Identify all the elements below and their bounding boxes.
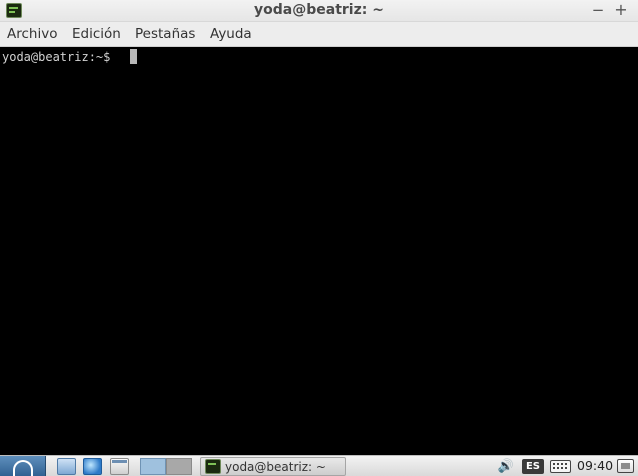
volume-icon[interactable]: 🔊: [495, 458, 517, 475]
terminal-area[interactable]: yoda@beatriz:~$: [0, 47, 638, 455]
menu-edicion[interactable]: Edición: [72, 26, 121, 42]
minimize-button[interactable]: −: [590, 1, 606, 19]
menu-archivo[interactable]: Archivo: [7, 26, 57, 42]
terminal-icon: [205, 459, 221, 474]
keyboard-layout-indicator[interactable]: ES: [522, 459, 544, 474]
close-button[interactable]: +: [613, 1, 629, 19]
taskbar: yoda@beatriz: ~ 🔊 ES 09:40: [0, 455, 638, 476]
start-menu-button[interactable]: [0, 456, 46, 476]
browser-icon[interactable]: [83, 458, 102, 475]
menu-bar: Archivo Edición Pestañas Ayuda: [0, 22, 638, 47]
menu-pestanas[interactable]: Pestañas: [135, 26, 195, 42]
clock[interactable]: 09:40: [577, 458, 613, 473]
terminal-prompt: yoda@beatriz:~$: [2, 50, 118, 64]
window-title: yoda@beatriz: ~: [254, 2, 384, 18]
title-bar[interactable]: yoda@beatriz: ~ − +: [0, 0, 638, 22]
task-label: yoda@beatriz: ~: [225, 460, 326, 474]
screen-icon[interactable]: [617, 459, 634, 473]
window-icon[interactable]: [110, 458, 129, 475]
menu-ayuda[interactable]: Ayuda: [210, 26, 252, 42]
keyboard-icon[interactable]: [550, 460, 571, 473]
taskbar-task-terminal[interactable]: yoda@beatriz: ~: [200, 457, 346, 476]
files-icon[interactable]: [57, 458, 76, 475]
text-cursor: [130, 49, 137, 64]
workspace-2[interactable]: [166, 458, 192, 475]
workspace-1[interactable]: [140, 458, 166, 475]
